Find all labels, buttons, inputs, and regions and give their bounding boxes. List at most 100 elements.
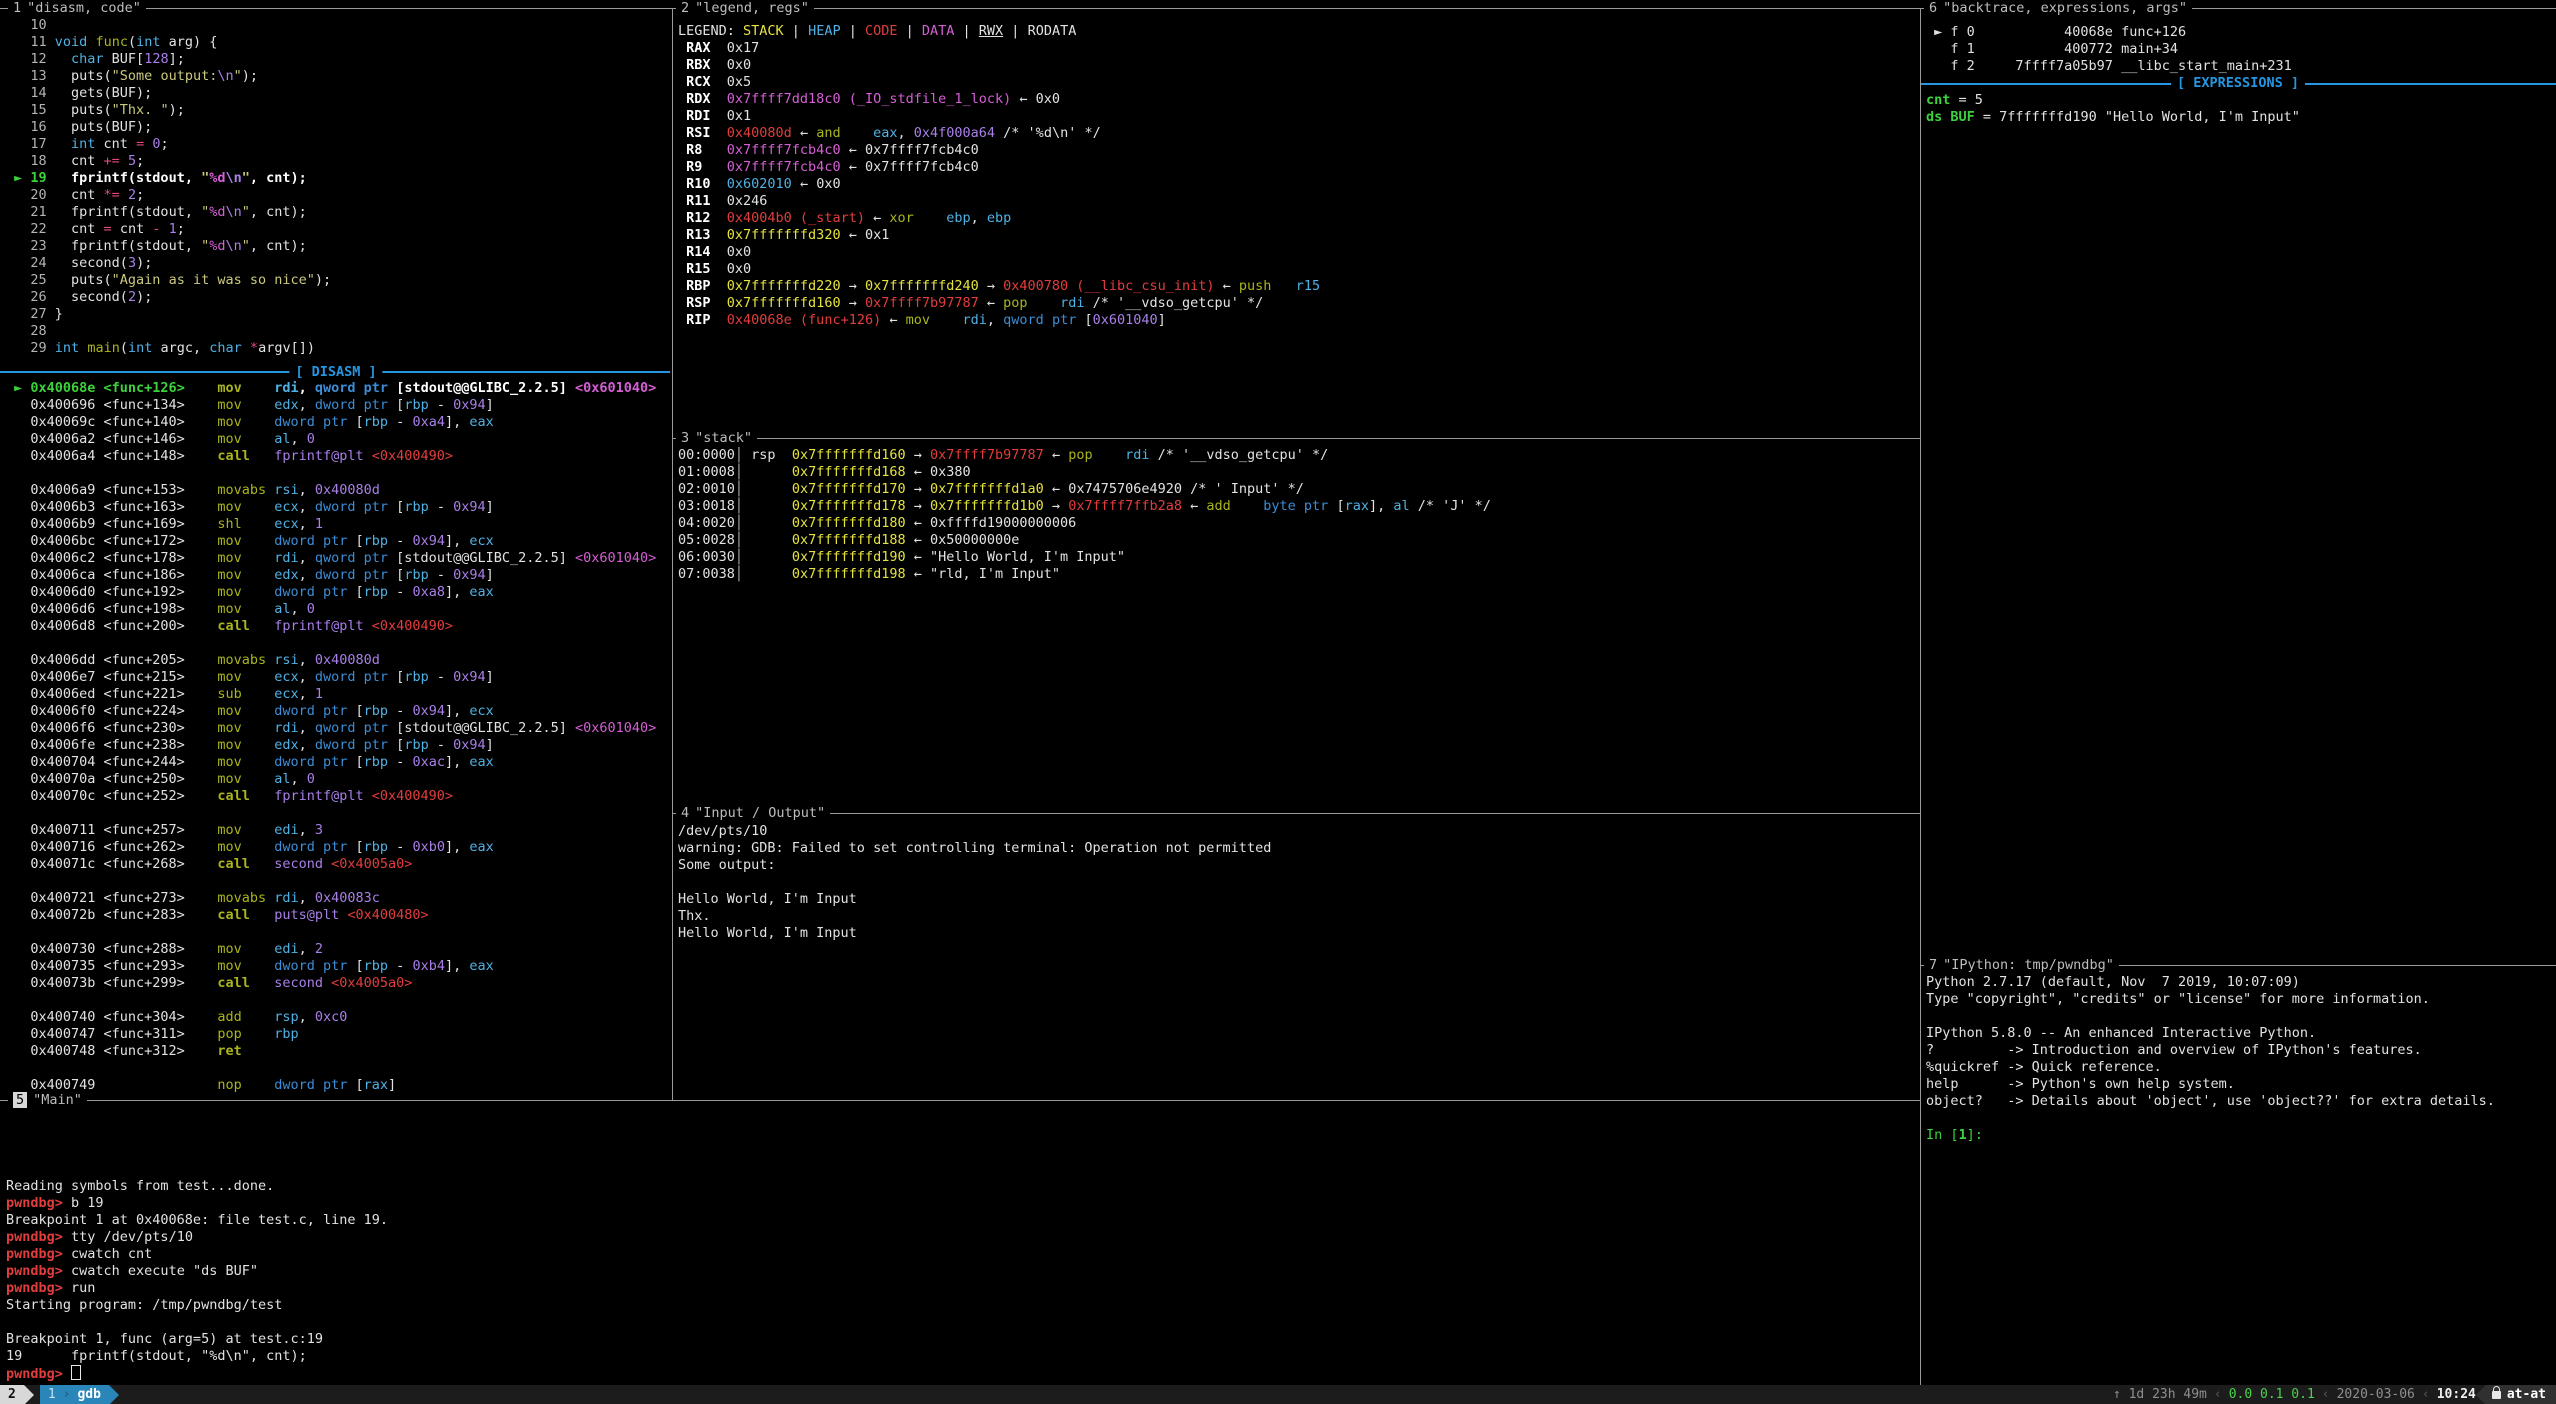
terminal-line: 02:0010│ 0x7fffffffd170 → 0x7fffffffd1a0… [678,481,1491,498]
pane-stack[interactable]: 00:0000│ rsp 0x7fffffffd160 → 0x7ffff7b9… [673,439,1920,813]
terminal-line: 15 puts("Thx. "); [6,102,331,119]
terminal-line: R11 0x246 [678,193,1320,210]
terminal-line: 20 cnt *= 2; [6,187,331,204]
pane-input-output[interactable]: /dev/pts/10warning: GDB: Failed to set c… [673,814,1920,1100]
terminal-line: 0x4006d8 <func+200> call fprintf@plt <0x… [6,618,656,635]
pane-ipython[interactable]: Python 2.7.17 (default, Nov 7 2019, 10:0… [1921,966,2556,1385]
terminal-line: 0x4006a9 <func+153> movabs rsi, 0x40080d [6,482,656,499]
disassembly-listing: ► 0x40068e <func+126> mov rdi, qword ptr… [6,380,656,1094]
border-vertical-left-column [672,8,673,1100]
terminal-line: pwndbg> cwatch cnt [6,1246,388,1263]
terminal-line: 0x400748 <func+312> ret [6,1043,656,1060]
pane-label-io: 4"Input / Output" [676,805,830,822]
chevron-left-icon: ‹ [2315,1387,2337,1402]
terminal-line: R15 0x0 [678,261,1320,278]
chevron-right-icon: › [63,1387,71,1402]
terminal-line: 10 [6,17,331,34]
lock-icon [2492,1391,2501,1399]
pane-backtrace-expressions[interactable]: ► f 0 40068e func+126 f 1 400772 main+34… [1921,9,2556,965]
terminal-line: RIP 0x40068e (func+126) ← mov rdi, qword… [678,312,1320,329]
terminal-line: 0x40072b <func+283> call puts@plt <0x400… [6,907,656,924]
terminal-line: Hello World, I'm Input [678,891,1271,908]
pane-legend-regs[interactable]: LEGEND: STACK | HEAP | CODE | DATA | RWX… [673,9,1920,438]
terminal-line: 0x4006d0 <func+192> mov dword ptr [rbp -… [6,584,656,601]
terminal-line: ds BUF = 7fffffffd190 "Hello World, I'm … [1926,109,2300,126]
terminal-line: 05:0028│ 0x7fffffffd188 ← 0x50000000e [678,532,1491,549]
program-io-listing: /dev/pts/10warning: GDB: Failed to set c… [678,823,1271,942]
terminal-line: Some output: [678,857,1271,874]
terminal-line: 0x4006b3 <func+163> mov ecx, dword ptr [… [6,499,656,516]
pane-label-legend-regs: 2"legend, regs" [676,0,814,17]
terminal-line: 18 cnt += 5; [6,153,331,170]
terminal-line: 0x4006a2 <func+146> mov al, 0 [6,431,656,448]
terminal-line: warning: GDB: Failed to set controlling … [678,840,1271,857]
window-index: 1 [48,1387,56,1402]
terminal-line: RBX 0x0 [678,57,1320,74]
terminal-line: 0x4006a4 <func+148> call fprintf@plt <0x… [6,448,656,465]
terminal-line: /dev/pts/10 [678,823,1271,840]
terminal-line [1926,1110,2495,1127]
terminal-line: 0x4006c2 <func+178> mov rdi, qword ptr [… [6,550,656,567]
powerline-arrow-icon [2476,1385,2486,1404]
terminal-line: f 2 7ffff7a05b97 __libc_start_main+231 [1926,58,2292,75]
terminal-line: Breakpoint 1, func (arg=5) at test.c:19 [6,1331,388,1348]
terminal-line: f 1 400772 main+34 [1926,41,2292,58]
window-tab-gdb[interactable]: 1 › gdb [40,1385,109,1404]
terminal-line: 0x400735 <func+293> mov dword ptr [rbp -… [6,958,656,975]
terminal-line: pwndbg> b 19 [6,1195,388,1212]
terminal-line: 12 char BUF[128]; [6,51,331,68]
terminal-line: 0x400696 <func+134> mov edx, dword ptr [… [6,397,656,414]
terminal-line: 0x40069c <func+140> mov dword ptr [rbp -… [6,414,656,431]
terminal-line: 29 int main(int argc, char *argv[]) [6,340,331,357]
terminal-line: 28 [6,323,331,340]
terminal-line [6,1144,388,1161]
terminal-line: 0x4006b9 <func+169> shl ecx, 1 [6,516,656,533]
terminal-line: 26 second(2); [6,289,331,306]
terminal-line: pwndbg> cwatch execute "ds BUF" [6,1263,388,1280]
date-indicator: 2020-03-06 [2337,1387,2415,1402]
terminal-line: 14 gets(BUF); [6,85,331,102]
status-right: ↑ 1d 23h 49m ‹ 0.0 0.1 0.1 ‹ 2020-03-06 … [2113,1385,2556,1404]
terminal-line: 03:0018│ 0x7fffffffd178 → 0x7fffffffd1b0… [678,498,1491,515]
terminal-line: R10 0x602010 ← 0x0 [678,176,1320,193]
terminal-line: RCX 0x5 [678,74,1320,91]
terminal-line: object? -> Details about 'object', use '… [1926,1093,2495,1110]
terminal-line: 0x4006d6 <func+198> mov al, 0 [6,601,656,618]
terminal-line: Thx. [678,908,1271,925]
terminal-line: 21 fprintf(stdout, "%d\n", cnt); [6,204,331,221]
terminal-line: RSP 0x7fffffffd160 → 0x7ffff7b97787 ← po… [678,295,1320,312]
terminal-line: Python 2.7.17 (default, Nov 7 2019, 10:0… [1926,974,2495,991]
status-left: 2 1 › gdb [0,1385,119,1404]
terminal-line: IPython 5.8.0 -- An enhanced Interactive… [1926,1025,2495,1042]
terminal-line: 0x400749 nop dword ptr [rax] [6,1077,656,1094]
terminal-line: RDI 0x1 [678,108,1320,125]
terminal-line: 19 fprintf(stdout, "%d\n", cnt); [6,1348,388,1365]
pane-label-stack: 3"stack" [676,430,757,447]
terminal-line [6,924,656,941]
hostname-badge: at-at [2486,1385,2556,1404]
pane-label-main: 5"Main" [8,1092,87,1109]
pane-main-gdb[interactable]: Reading symbols from test...done.pwndbg>… [0,1101,1920,1385]
terminal-line: In [1]: [1926,1127,2495,1144]
pane-disasm-code[interactable]: 10 11 void func(int arg) { 12 char BUF[1… [0,0,672,1100]
terminal-line: ? -> Introduction and overview of IPytho… [1926,1042,2495,1059]
stack-listing: 00:0000│ rsp 0x7fffffffd160 → 0x7ffff7b9… [678,447,1491,583]
terminal-line: 0x40070c <func+252> call fprintf@plt <0x… [6,788,656,805]
session-badge[interactable]: 2 [0,1385,24,1404]
terminal-line: R12 0x4004b0 (_start) ← xor ebp, ebp [678,210,1320,227]
terminal-line: LEGEND: STACK | HEAP | CODE | DATA | RWX… [678,23,1320,40]
terminal-line: Starting program: /tmp/pwndbg/test [6,1297,388,1314]
terminal-line [6,635,656,652]
terminal-line: ► 19 fprintf(stdout, "%d\n", cnt); [6,170,331,187]
terminal-line: 07:0038│ 0x7fffffffd198 ← "rld, I'm Inpu… [678,566,1491,583]
terminal-line [1926,1008,2495,1025]
terminal-line: Type "copyright", "credits" or "license"… [1926,991,2495,1008]
load-average: 0.0 0.1 0.1 [2229,1387,2315,1402]
terminal-line: 0x4006dd <func+205> movabs rsi, 0x40080d [6,652,656,669]
terminal-line: 0x400716 <func+262> mov dword ptr [rbp -… [6,839,656,856]
terminal-line: 0x400704 <func+244> mov dword ptr [rbp -… [6,754,656,771]
terminal-line: 11 void func(int arg) { [6,34,331,51]
backtrace-listing: ► f 0 40068e func+126 f 1 400772 main+34… [1926,24,2292,75]
powerline-arrow-icon [24,1385,34,1404]
uptime-indicator: ↑ 1d 23h 49m [2113,1387,2207,1402]
